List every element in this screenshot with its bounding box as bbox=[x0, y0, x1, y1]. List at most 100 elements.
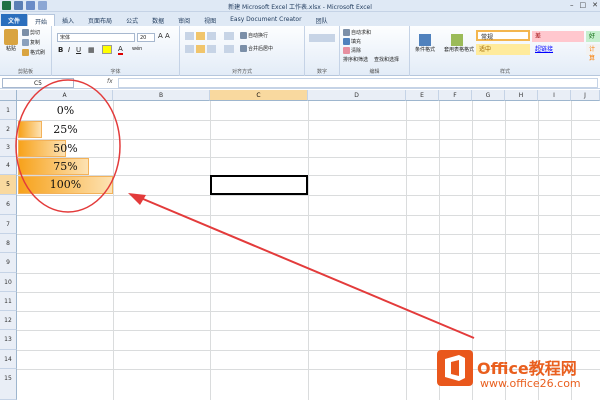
col-header-f[interactable]: F bbox=[439, 90, 472, 101]
sort-label: 排序和筛选 bbox=[343, 57, 369, 63]
cell-a5[interactable]: 100% bbox=[18, 176, 113, 194]
fx-icon[interactable]: fx bbox=[107, 78, 113, 85]
row-header-13[interactable]: 13 bbox=[0, 330, 17, 350]
conditional-format-icon bbox=[419, 34, 431, 46]
align-center-button[interactable] bbox=[196, 45, 205, 53]
cell-a3[interactable]: 50% bbox=[18, 140, 113, 157]
editing-group-label: 编辑 bbox=[369, 69, 380, 75]
row-header-4[interactable]: 4 bbox=[0, 157, 17, 175]
align-middle-button[interactable] bbox=[196, 32, 205, 40]
clear-button[interactable]: 清除 bbox=[343, 47, 361, 54]
tab-insert[interactable]: 插入 bbox=[55, 14, 81, 26]
fill-color-icon[interactable] bbox=[102, 45, 112, 54]
tab-page-layout[interactable]: 页面布局 bbox=[81, 14, 119, 26]
align-left-button[interactable] bbox=[185, 45, 194, 53]
underline-button[interactable]: U bbox=[76, 46, 81, 54]
font-size-select[interactable]: 20 bbox=[137, 33, 155, 42]
orientation-button[interactable] bbox=[224, 32, 234, 40]
row-header-12[interactable]: 12 bbox=[0, 311, 17, 330]
row-header-14[interactable]: 14 bbox=[0, 350, 17, 369]
grid-line bbox=[113, 101, 114, 400]
active-cell-c5[interactable] bbox=[210, 175, 308, 195]
row-header-9[interactable]: 9 bbox=[0, 253, 17, 273]
tab-formulas[interactable]: 公式 bbox=[119, 14, 145, 26]
cut-button[interactable]: 剪切 bbox=[22, 29, 40, 36]
style-good[interactable]: 好 bbox=[586, 31, 600, 42]
font-grow-shrink[interactable]: A A bbox=[158, 32, 170, 40]
row-header-3[interactable]: 3 bbox=[0, 139, 17, 157]
row-header-15[interactable]: 15 bbox=[0, 369, 17, 400]
grid-line bbox=[17, 234, 600, 235]
style-calc[interactable]: 计算 bbox=[586, 44, 600, 62]
cell-a2[interactable]: 25% bbox=[18, 121, 113, 138]
formula-input[interactable] bbox=[118, 78, 598, 88]
copy-button[interactable]: 复制 bbox=[22, 39, 40, 46]
align-top-button[interactable] bbox=[185, 32, 194, 40]
bold-button[interactable]: B bbox=[58, 46, 63, 54]
sort-filter-button[interactable]: 排序和筛选 bbox=[343, 56, 368, 63]
alignment-group: 自动换行 合并后居中 对齐方式 bbox=[180, 26, 305, 76]
phonetic-button[interactable]: wén bbox=[132, 46, 142, 52]
tab-easy-document-creator[interactable]: Easy Document Creator bbox=[223, 14, 308, 26]
row-header-6[interactable]: 6 bbox=[0, 195, 17, 215]
minimize-icon[interactable]: – bbox=[570, 1, 574, 9]
col-header-i[interactable]: I bbox=[538, 90, 571, 101]
style-bad[interactable]: 差 bbox=[532, 31, 584, 42]
row-header-5[interactable]: 5 bbox=[0, 175, 17, 195]
format-as-table-button[interactable]: 套用表格格式 bbox=[444, 34, 474, 53]
cell-a1[interactable]: 0% bbox=[18, 102, 113, 119]
font-name-select[interactable]: 宋体 bbox=[57, 33, 135, 42]
conditional-format-button[interactable]: 条件格式 bbox=[414, 34, 436, 53]
format-painter-label: 格式刷 bbox=[30, 50, 46, 56]
autosum-button[interactable]: 自动求和 bbox=[343, 29, 371, 36]
row-header-8[interactable]: 8 bbox=[0, 234, 17, 253]
col-header-j[interactable]: J bbox=[571, 90, 600, 101]
format-painter-button[interactable]: 格式刷 bbox=[22, 49, 45, 56]
tab-review[interactable]: 审阅 bbox=[171, 14, 197, 26]
maximize-icon[interactable]: □ bbox=[580, 1, 587, 9]
borders-icon[interactable]: ▦ bbox=[88, 46, 95, 54]
number-format-button[interactable] bbox=[309, 34, 335, 42]
select-all-corner[interactable] bbox=[0, 90, 17, 101]
name-box[interactable]: C5 bbox=[2, 78, 74, 88]
fill-button[interactable]: 填充 bbox=[343, 38, 361, 45]
close-icon[interactable]: ✕ bbox=[592, 1, 598, 9]
align-right-button[interactable] bbox=[207, 45, 216, 53]
style-normal[interactable]: 常规 bbox=[476, 30, 530, 41]
row-header-2[interactable]: 2 bbox=[0, 120, 17, 139]
find-select-button[interactable]: 查找和选择 bbox=[374, 56, 399, 63]
col-header-b[interactable]: B bbox=[113, 90, 210, 101]
col-header-c[interactable]: C bbox=[210, 90, 308, 101]
merge-center-button[interactable]: 合并后居中 bbox=[240, 45, 273, 52]
tab-data[interactable]: 数据 bbox=[145, 14, 171, 26]
fill-down-icon bbox=[343, 38, 350, 45]
number-group-label: 数字 bbox=[316, 69, 327, 75]
wrap-text-button[interactable]: 自动换行 bbox=[240, 32, 268, 39]
paste-button[interactable]: 粘贴 bbox=[3, 29, 19, 52]
row-header-1[interactable]: 1 bbox=[0, 101, 17, 120]
col-header-g[interactable]: G bbox=[472, 90, 505, 101]
col-header-a[interactable]: A bbox=[17, 90, 113, 101]
font-color-button[interactable]: A bbox=[118, 45, 123, 55]
font-group: 宋体 20 A A B I U ▦ A wén 字体 bbox=[52, 26, 180, 76]
indent-button[interactable] bbox=[224, 45, 234, 53]
col-header-d[interactable]: D bbox=[308, 90, 406, 101]
tab-team[interactable]: 团队 bbox=[309, 14, 335, 26]
tab-view[interactable]: 视图 bbox=[197, 14, 223, 26]
col-header-h[interactable]: H bbox=[505, 90, 538, 101]
row-header-11[interactable]: 11 bbox=[0, 292, 17, 311]
row-header-7[interactable]: 7 bbox=[0, 215, 17, 234]
row-header-10[interactable]: 10 bbox=[0, 273, 17, 292]
wrap-label: 自动换行 bbox=[248, 33, 269, 39]
tab-file[interactable]: 文件 bbox=[1, 14, 28, 26]
merge-label: 合并后居中 bbox=[248, 46, 274, 52]
tab-home[interactable]: 开始 bbox=[27, 14, 56, 26]
align-bottom-button[interactable] bbox=[207, 32, 216, 40]
cell-a4[interactable]: 75% bbox=[18, 158, 113, 175]
paste-label: 粘贴 bbox=[5, 46, 16, 52]
italic-button[interactable]: I bbox=[68, 46, 70, 54]
style-neutral[interactable]: 适中 bbox=[476, 44, 530, 55]
style-hyperlink[interactable]: 超链接 bbox=[532, 44, 584, 55]
eraser-icon bbox=[343, 47, 350, 54]
col-header-e[interactable]: E bbox=[406, 90, 439, 101]
